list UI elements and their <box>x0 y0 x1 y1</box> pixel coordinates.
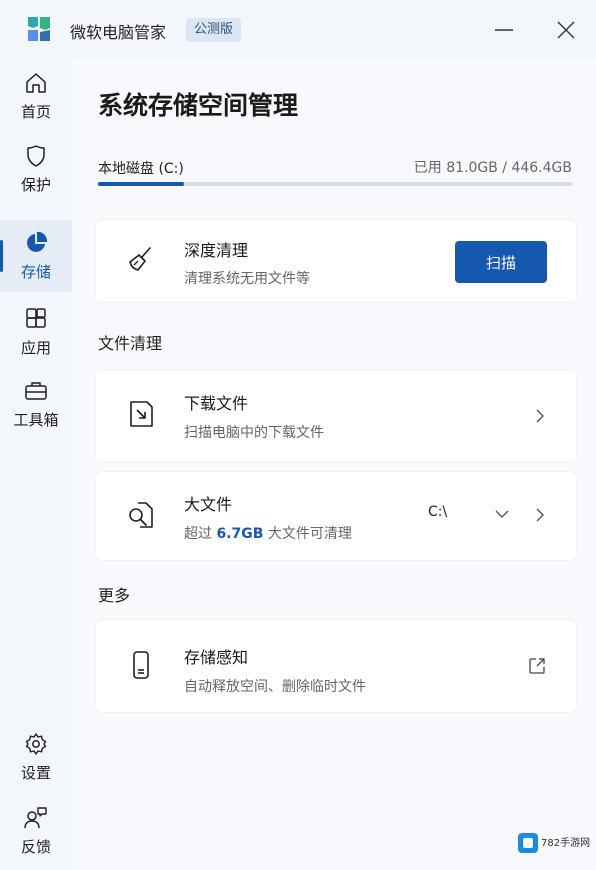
sidebar-item-label: 反馈 <box>20 837 51 856</box>
downloads-card[interactable]: 下载文件 扫描电脑中的下载文件 <box>96 371 576 461</box>
minimize-icon[interactable] <box>492 20 516 40</box>
deep-clean-subtitle: 清理系统无用文件等 <box>184 271 310 287</box>
drive-select[interactable]: C:\ <box>428 504 447 520</box>
watermark-text: 782手游网 <box>541 836 590 849</box>
more-section-title: 更多 <box>98 586 131 605</box>
close-icon[interactable] <box>554 18 578 42</box>
main-content: 系统存储空间管理 本地磁盘 (C:) 已用 81.0GB / 446.4GB 深… <box>72 60 596 870</box>
disk-usage-text: 已用 81.0GB / 446.4GB <box>413 160 572 176</box>
deep-clean-title: 深度清理 <box>184 241 249 260</box>
app-logo-icon <box>28 17 50 41</box>
page-title: 系统存储空间管理 <box>98 91 299 120</box>
app-title: 微软电脑管家 <box>70 23 167 42</box>
sidebar-item-label: 设置 <box>20 763 51 782</box>
large-files-suffix: 大文件可清理 <box>267 526 352 542</box>
sidebar-item-settings[interactable]: 设置 <box>0 721 72 793</box>
large-files-size: 6.7GB <box>216 526 264 542</box>
large-files-prefix: 超过 <box>184 526 212 542</box>
storage-sense-subtitle: 自动释放空间、删除临时文件 <box>184 679 366 695</box>
sidebar-item-label: 工具箱 <box>13 410 59 429</box>
large-files-subtitle: 超过 6.7GB 大文件可清理 <box>184 523 352 543</box>
sidebar-item-home[interactable]: 首页 <box>0 60 72 132</box>
sidebar-item-label: 保护 <box>20 175 51 194</box>
sidebar-item-apps[interactable]: 应用 <box>0 296 72 368</box>
sidebar-item-label: 存储 <box>20 262 51 281</box>
shield-icon <box>27 144 45 167</box>
title-bar: 微软电脑管家 公测版 <box>0 0 596 60</box>
storage-sense-card[interactable]: 存储感知 自动释放空间、删除临时文件 <box>96 620 576 712</box>
feedback-icon <box>24 806 47 828</box>
disk-label: 本地磁盘 (C:) <box>98 161 184 177</box>
file-clean-section-title: 文件清理 <box>98 334 163 353</box>
chevron-right-icon[interactable] <box>532 408 548 424</box>
beta-badge: 公测版 <box>186 18 242 42</box>
broom-icon <box>129 247 151 271</box>
external-link-icon[interactable] <box>528 657 546 675</box>
large-file-search-icon <box>129 502 153 528</box>
toolbox-icon <box>25 381 47 400</box>
sidebar-item-feedback[interactable]: 反馈 <box>0 795 72 867</box>
disk-usage-bar <box>98 182 572 186</box>
watermark-logo: 782手游网 <box>518 833 590 853</box>
downloads-subtitle: 扫描电脑中的下载文件 <box>184 425 324 441</box>
storage-sense-title: 存储感知 <box>184 648 249 667</box>
sidebar-item-storage[interactable]: 存储 <box>0 220 72 292</box>
downloads-title: 下载文件 <box>184 394 249 413</box>
disk-usage-fill <box>98 182 184 186</box>
sidebar-item-label: 应用 <box>20 338 51 357</box>
large-files-card[interactable]: 大文件 超过 6.7GB 大文件可清理 C:\ <box>96 472 576 560</box>
sidebar: 首页 保护 存储 应用 工具箱 设置 反馈 <box>0 60 72 870</box>
home-icon <box>26 72 46 93</box>
pie-chart-icon <box>27 231 48 252</box>
sidebar-item-label: 首页 <box>20 102 51 121</box>
apps-icon <box>26 307 46 328</box>
active-indicator <box>0 240 3 272</box>
chevron-right-icon[interactable] <box>532 507 548 523</box>
sidebar-item-toolbox[interactable]: 工具箱 <box>0 368 72 440</box>
gear-icon <box>25 732 47 755</box>
download-file-icon <box>130 401 153 427</box>
scan-button[interactable]: 扫描 <box>455 241 547 283</box>
chevron-down-icon[interactable] <box>494 506 510 522</box>
large-files-title: 大文件 <box>184 495 233 514</box>
deep-clean-card: 深度清理 清理系统无用文件等 扫描 <box>96 220 576 302</box>
sidebar-item-protect[interactable]: 保护 <box>0 133 72 205</box>
phone-storage-icon <box>133 651 149 679</box>
